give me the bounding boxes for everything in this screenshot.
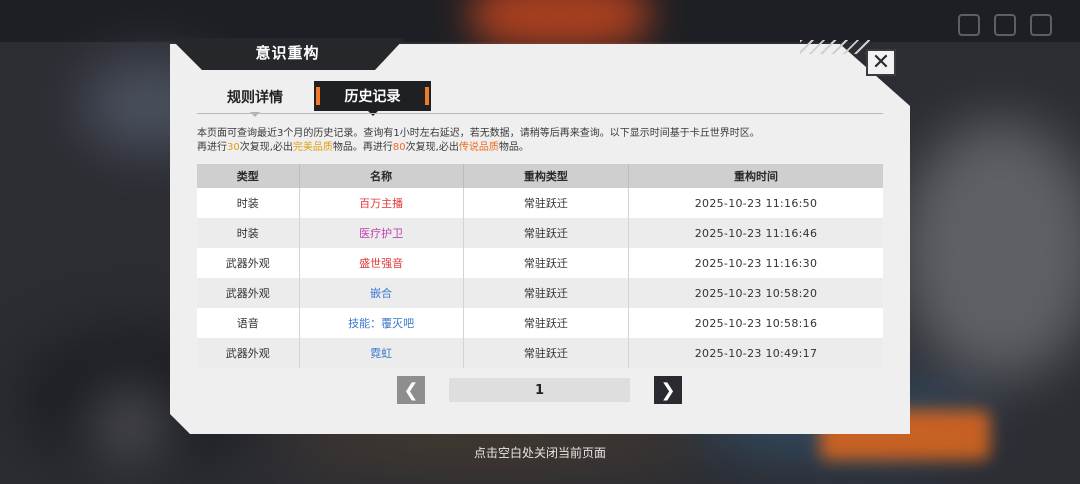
cell-type: 武器外观 bbox=[197, 338, 300, 368]
header-kind: 重构类型 bbox=[463, 164, 630, 188]
table-header-row: 类型 名称 重构类型 重构时间 bbox=[197, 164, 883, 188]
perfect-quality-label: 完美品质 bbox=[292, 142, 333, 153]
table-row: 时装 百万主播 常驻跃迁 2025-10-23 11:16:50 bbox=[197, 188, 883, 218]
cell-kind: 常驻跃迁 bbox=[463, 248, 630, 278]
cell-time: 2025-10-23 10:58:20 bbox=[628, 278, 883, 308]
cell-time: 2025-10-23 10:49:17 bbox=[628, 338, 883, 368]
cell-name: 霓虹 bbox=[299, 338, 464, 368]
legendary-pity-count: 80 bbox=[392, 142, 406, 153]
dialog-title: 意识重构 bbox=[255, 44, 320, 62]
close-icon: ✕ bbox=[871, 49, 891, 75]
notice-text: 物品。 bbox=[498, 142, 529, 153]
cell-kind: 常驻跃迁 bbox=[463, 188, 630, 218]
cell-type: 时装 bbox=[197, 218, 300, 248]
header-name: 名称 bbox=[299, 164, 464, 188]
tab-history[interactable]: 历史记录 bbox=[314, 81, 431, 111]
notice-line-1: 本页面可查询最近3个月的历史记录。查询有1小时左右延迟，若无数据，请稍等后再来查… bbox=[197, 128, 760, 139]
notice-text: 物品。再进行 bbox=[332, 142, 393, 153]
cell-kind: 常驻跃迁 bbox=[463, 308, 630, 338]
window-icon bbox=[1030, 14, 1052, 36]
dialog-title-tab: 意识重构 bbox=[170, 38, 405, 70]
tab-divider bbox=[197, 113, 883, 114]
cell-type: 时装 bbox=[197, 188, 300, 218]
menu-icon bbox=[958, 14, 980, 36]
cell-time: 2025-10-23 11:16:46 bbox=[628, 218, 883, 248]
cell-name: 百万主播 bbox=[299, 188, 464, 218]
table-row: 武器外观 嵌合 常驻跃迁 2025-10-23 10:58:20 bbox=[197, 278, 883, 308]
cell-time: 2025-10-23 10:58:16 bbox=[628, 308, 883, 338]
cell-name: 技能：覆灭吧 bbox=[299, 308, 464, 338]
table-row: 语音 技能：覆灭吧 常驻跃迁 2025-10-23 10:58:16 bbox=[197, 308, 883, 338]
chevron-left-icon: ❮ bbox=[403, 379, 419, 401]
notice-text: 次复现,必出 bbox=[239, 142, 293, 153]
cell-type: 语音 bbox=[197, 308, 300, 338]
settings-icon bbox=[994, 14, 1016, 36]
header-type: 类型 bbox=[197, 164, 300, 188]
notice-text: 再进行 bbox=[197, 142, 227, 153]
cell-kind: 常驻跃迁 bbox=[463, 218, 630, 248]
next-page-button[interactable]: ❯ bbox=[654, 376, 682, 404]
cell-kind: 常驻跃迁 bbox=[463, 338, 630, 368]
cell-kind: 常驻跃迁 bbox=[463, 278, 630, 308]
perfect-pity-count: 30 bbox=[227, 142, 240, 153]
legendary-quality-label: 传说品质 bbox=[458, 142, 499, 153]
background-top-icons bbox=[958, 14, 1052, 36]
cell-type: 武器外观 bbox=[197, 248, 300, 278]
prev-page-button[interactable]: ❮ bbox=[397, 376, 425, 404]
background-blur bbox=[470, 0, 650, 50]
header-time: 重构时间 bbox=[628, 164, 883, 188]
table-row: 武器外观 盛世强音 常驻跃迁 2025-10-23 11:16:30 bbox=[197, 248, 883, 278]
table-row: 武器外观 霓虹 常驻跃迁 2025-10-23 10:49:17 bbox=[197, 338, 883, 368]
history-notice: 本页面可查询最近3个月的历史记录。查询有1小时左右延迟，若无数据，请稍等后再来查… bbox=[197, 127, 887, 155]
cell-name: 医疗护卫 bbox=[299, 218, 464, 248]
table-row: 时装 医疗护卫 常驻跃迁 2025-10-23 11:16:46 bbox=[197, 218, 883, 248]
chevron-right-icon: ❯ bbox=[660, 379, 676, 401]
cell-time: 2025-10-23 11:16:50 bbox=[628, 188, 883, 218]
decorative-stripes bbox=[800, 40, 870, 54]
cell-time: 2025-10-23 11:16:30 bbox=[628, 248, 883, 278]
cell-name: 盛世强音 bbox=[299, 248, 464, 278]
notice-line-2: 再进行30次复现,必出完美品质物品。再进行80次复现,必出传说品质物品。 bbox=[197, 141, 887, 155]
background-blur bbox=[900, 120, 1080, 380]
close-hint: 点击空白处关闭当前页面 bbox=[473, 446, 606, 460]
close-button[interactable]: ✕ bbox=[866, 49, 896, 76]
history-table: 类型 名称 重构类型 重构时间 时装 百万主播 常驻跃迁 2025-10-23 … bbox=[197, 164, 883, 368]
tab-rules[interactable]: 规则详情 bbox=[227, 87, 283, 107]
notice-text: 次复现,必出 bbox=[405, 142, 459, 153]
page-number: 1 bbox=[449, 378, 630, 402]
cell-name: 嵌合 bbox=[299, 278, 464, 308]
cell-type: 武器外观 bbox=[197, 278, 300, 308]
